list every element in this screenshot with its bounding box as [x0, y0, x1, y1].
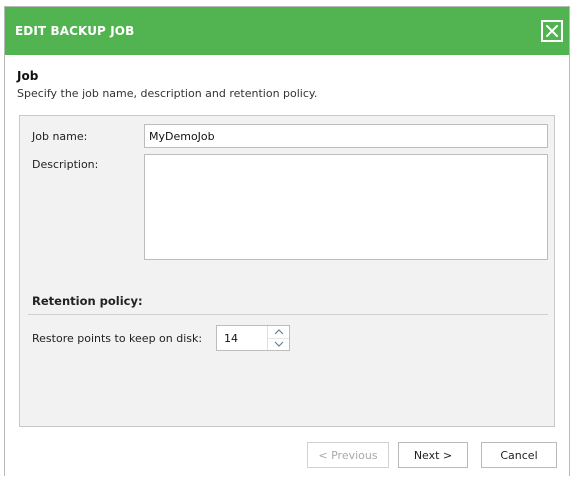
retention-divider: [28, 314, 548, 315]
description-textarea[interactable]: [144, 154, 548, 260]
restore-points-value[interactable]: 14: [217, 326, 267, 350]
increment-button[interactable]: [268, 326, 289, 338]
section-header: Job Specify the job name, description an…: [17, 69, 317, 100]
description-label: Description:: [32, 158, 99, 171]
section-description: Specify the job name, description and re…: [17, 87, 318, 100]
chevron-up-icon: [274, 328, 283, 335]
job-settings-panel: Job name: Description: Retention policy:…: [19, 115, 555, 427]
edit-backup-job-dialog: EDIT BACKUP JOB Job Specify the job name…: [4, 6, 570, 476]
restore-points-stepper[interactable]: 14: [216, 325, 290, 351]
next-button[interactable]: Next >: [398, 442, 468, 468]
job-name-input[interactable]: [144, 124, 548, 148]
dialog-title-bar: EDIT BACKUP JOB: [5, 7, 569, 55]
cancel-button[interactable]: Cancel: [481, 442, 557, 468]
dialog-title: EDIT BACKUP JOB: [15, 24, 135, 38]
previous-button[interactable]: < Previous: [307, 442, 389, 468]
close-icon: [546, 25, 558, 37]
stepper-arrows: [267, 326, 289, 350]
section-title: Job: [17, 69, 39, 83]
decrement-button[interactable]: [268, 337, 289, 351]
restore-points-label: Restore points to keep on disk:: [32, 332, 203, 345]
job-name-label: Job name:: [32, 130, 88, 143]
close-button[interactable]: [541, 20, 563, 42]
retention-policy-heading: Retention policy:: [32, 294, 143, 308]
chevron-down-icon: [274, 341, 283, 348]
